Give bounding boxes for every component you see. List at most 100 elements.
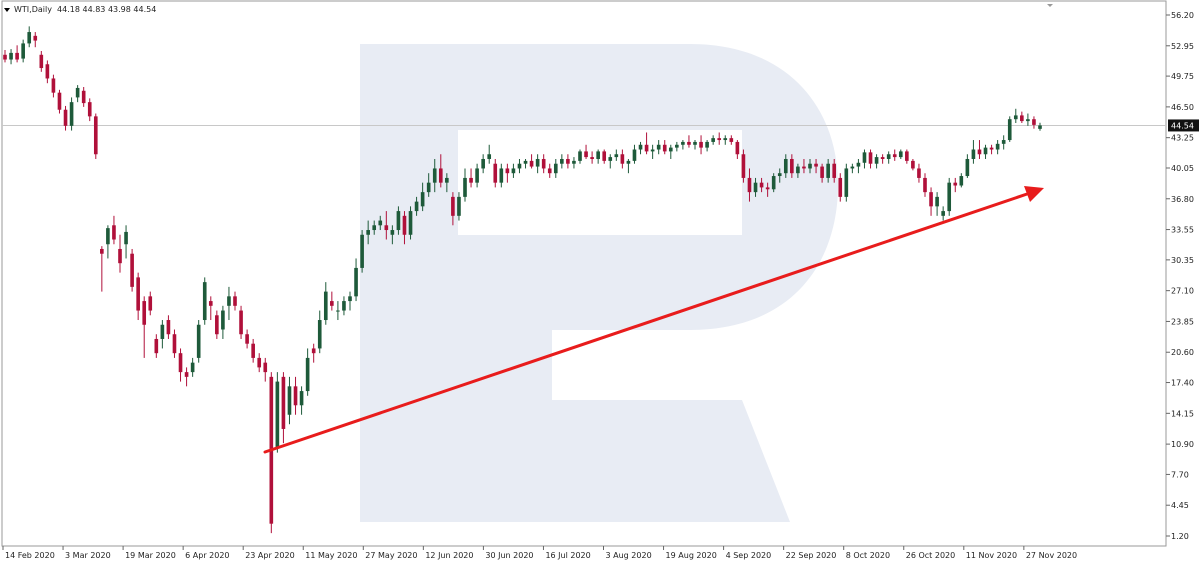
candle-body <box>317 320 322 349</box>
candle-body <box>705 141 709 148</box>
candle-body <box>675 144 679 148</box>
candle-body <box>148 296 153 311</box>
candle-body <box>620 154 625 164</box>
candle-body <box>275 381 280 448</box>
candle-body <box>717 138 722 141</box>
candle-body <box>523 160 528 164</box>
candle-body <box>287 386 292 415</box>
candle-body <box>541 158 546 169</box>
candle-body <box>693 141 697 145</box>
x-axis-tick-label: 8 Oct 2020 <box>846 551 890 560</box>
candle-body <box>668 147 673 152</box>
candle-body <box>505 168 510 174</box>
candle-body <box>765 187 770 190</box>
candle-body <box>1007 119 1012 141</box>
candle-body <box>445 177 449 183</box>
candle-body <box>911 160 915 169</box>
candle-body <box>408 211 413 235</box>
candle-body <box>118 248 122 264</box>
y-axis-tick-label: 30.35 <box>1171 256 1194 265</box>
candle-body <box>233 296 237 306</box>
candle-body <box>493 163 498 183</box>
y-axis-tick-label: 17.40 <box>1171 379 1194 388</box>
y-axis-tick-label: 46.50 <box>1171 103 1194 112</box>
candle-body <box>384 225 389 231</box>
candle-body <box>626 160 631 164</box>
candle-body <box>342 301 346 311</box>
candle-body <box>566 158 570 164</box>
y-axis-tick-label: 49.75 <box>1171 72 1194 81</box>
y-axis-tick-label: 4.45 <box>1171 501 1189 510</box>
candle-body <box>39 54 44 69</box>
candle-body <box>511 168 516 174</box>
candle-body <box>81 90 86 104</box>
price-chart[interactable]: 56.20 52.95 49.75 46.50 43.25 40.05 36.80 33.55… <box>0 0 1200 567</box>
candle-body <box>808 163 812 169</box>
candle-body <box>917 168 921 178</box>
candle-body <box>650 149 655 152</box>
last-price-tag-label: 44.54 <box>1171 121 1194 130</box>
x-axis-tick-label: 3 Mar 2020 <box>65 551 111 560</box>
symbol-label: WTI,Daily <box>14 5 52 14</box>
candle-body <box>547 168 552 174</box>
candle-body <box>336 310 340 312</box>
candle-body <box>862 152 867 163</box>
x-axis-tick-label: 11 Nov 2020 <box>966 551 1017 560</box>
y-axis-tick-label: 23.85 <box>1171 317 1194 326</box>
candle-body <box>553 163 558 174</box>
candle-body <box>590 157 594 159</box>
trend-arrow-head-icon <box>1024 186 1044 202</box>
candle-body <box>9 52 13 60</box>
ohlc-readout: 44.18 44.83 43.98 44.54 <box>57 5 157 14</box>
x-axis-tick-label: 16 Jul 2020 <box>545 551 590 560</box>
y-axis-tick-label: 36.80 <box>1171 195 1194 204</box>
candle-body <box>33 35 38 41</box>
candle-body <box>874 157 879 164</box>
candle-body <box>747 177 752 193</box>
candle-body <box>457 196 461 216</box>
candle-body <box>451 196 455 216</box>
candle-body <box>348 296 352 302</box>
scroll-marker-icon[interactable] <box>1047 4 1053 7</box>
candle-body <box>57 92 62 110</box>
candle-body <box>814 163 818 167</box>
candle-body <box>69 102 74 126</box>
y-axis-tick-label: 10.90 <box>1171 440 1194 449</box>
candle-body <box>360 234 364 268</box>
candle-body <box>390 230 395 235</box>
candle-body <box>953 182 958 186</box>
candle-body <box>426 182 431 193</box>
x-axis-tick-label: 30 Jun 2020 <box>485 551 533 560</box>
y-axis-tick-label: 52.95 <box>1171 42 1194 51</box>
candle-body <box>196 324 201 358</box>
candle-body <box>753 182 758 193</box>
candle-body <box>184 372 189 377</box>
candle-body <box>644 144 649 152</box>
candle-body <box>959 176 964 186</box>
candle-body <box>21 43 25 59</box>
candle-body <box>154 338 159 354</box>
candle-body <box>584 151 588 158</box>
candle-body <box>330 301 334 306</box>
candle-body <box>596 151 600 159</box>
x-axis-tick-label: 23 Apr 2020 <box>245 551 294 560</box>
candle-body <box>1020 115 1024 122</box>
candle-body <box>124 231 128 245</box>
candle-body <box>941 211 945 216</box>
candle-body <box>215 315 219 335</box>
candle-body <box>160 324 165 339</box>
candle-body <box>977 149 982 155</box>
collapse-triangle-icon[interactable] <box>4 7 10 12</box>
candle-body <box>560 158 564 164</box>
candle-body <box>729 138 734 142</box>
candle-body <box>529 160 534 167</box>
candle-body <box>130 253 134 287</box>
candle-body <box>602 151 607 161</box>
candle-body <box>935 196 939 207</box>
y-axis-tick-label: 27.10 <box>1171 287 1194 296</box>
candle-body <box>420 192 425 207</box>
candle-body <box>166 320 171 335</box>
candle-body <box>372 225 377 231</box>
y-axis-tick-label: 40.05 <box>1171 164 1194 173</box>
candle-body <box>75 87 80 98</box>
